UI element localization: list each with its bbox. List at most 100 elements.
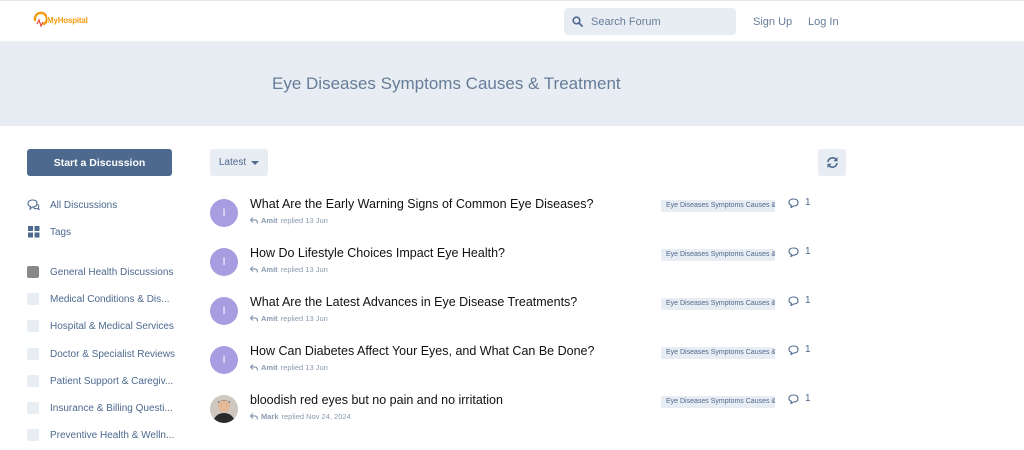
- discussion-user[interactable]: Mark: [261, 412, 279, 421]
- reply-count: 1: [788, 246, 811, 257]
- caret-down-icon: [251, 160, 260, 165]
- reply-count-value: 1: [805, 344, 811, 355]
- discussion-title[interactable]: bloodish red eyes but no pain and no irr…: [250, 393, 503, 407]
- tag-color-swatch: [27, 402, 39, 414]
- comment-icon: [788, 393, 799, 404]
- sidebar-tag-patient-support[interactable]: Patient Support & Caregiv...: [27, 373, 173, 389]
- nav-tags[interactable]: Tags: [27, 224, 71, 240]
- comments-icon: [27, 199, 40, 212]
- sidebar-tag-preventive-health[interactable]: Preventive Health & Welln...: [27, 427, 174, 443]
- discussion-title[interactable]: How Can Diabetes Affect Your Eyes, and W…: [250, 344, 594, 358]
- discussion-date: Nov 24, 2024: [306, 412, 351, 421]
- avatar[interactable]: I: [210, 199, 238, 227]
- tag-color-swatch: [27, 293, 39, 305]
- reply-count: 1: [788, 295, 811, 306]
- comment-icon: [788, 246, 799, 257]
- sidebar-tag-general-health[interactable]: General Health Discussions: [27, 264, 173, 280]
- search-box[interactable]: [564, 8, 736, 35]
- discussion-tag[interactable]: Eye Diseases Symptoms Causes & Treatment: [661, 249, 775, 261]
- search-input[interactable]: [591, 15, 721, 28]
- discussion-meta: Amit replied 13 Jun: [250, 265, 328, 274]
- tag-color-swatch: [27, 375, 39, 387]
- grid-icon: [27, 226, 40, 239]
- reply-icon: [250, 413, 258, 420]
- nav-label: All Discussions: [50, 199, 118, 211]
- discussion-action: replied: [280, 363, 304, 372]
- discussion-meta: Amit replied 13 Jun: [250, 363, 328, 372]
- comment-icon: [788, 344, 799, 355]
- log-in-link[interactable]: Log In: [808, 16, 839, 28]
- sidebar-tag-doctor-reviews[interactable]: Doctor & Specialist Reviews: [27, 346, 175, 362]
- discussion-tag[interactable]: Eye Diseases Symptoms Causes & Treatment: [661, 396, 775, 408]
- reply-icon: [250, 364, 258, 371]
- discussion-title[interactable]: How Do Lifestyle Choices Impact Eye Heal…: [250, 246, 505, 260]
- discussion-row[interactable]: I How Can Diabetes Affect Your Eyes, and…: [210, 344, 846, 384]
- discussion-action: replied: [280, 265, 304, 274]
- reply-icon: [250, 217, 258, 224]
- tag-label: Insurance & Billing Questi...: [50, 402, 173, 414]
- discussion-date: 13 Jun: [305, 314, 328, 323]
- discussion-user[interactable]: Amit: [261, 265, 278, 274]
- refresh-button[interactable]: [818, 149, 846, 176]
- tag-label: General Health Discussions: [50, 266, 174, 278]
- avatar[interactable]: I: [210, 346, 238, 374]
- discussion-meta: Amit replied 13 Jun: [250, 314, 328, 323]
- site-logo[interactable]: MyHospital: [33, 11, 88, 33]
- discussion-user[interactable]: Amit: [261, 363, 278, 372]
- start-discussion-button[interactable]: Start a Discussion: [27, 149, 172, 176]
- discussion-user[interactable]: Amit: [261, 216, 278, 225]
- discussion-date: 13 Jun: [305, 265, 328, 274]
- tag-label: Doctor & Specialist Reviews: [50, 348, 176, 360]
- tag-color-swatch: [27, 429, 39, 441]
- sidebar-tag-medical-conditions[interactable]: Medical Conditions & Dis...: [27, 291, 170, 307]
- avatar[interactable]: I: [210, 297, 238, 325]
- discussion-tag[interactable]: Eye Diseases Symptoms Causes & Treatment: [661, 200, 775, 212]
- comment-icon: [788, 197, 799, 208]
- discussion-tag[interactable]: Eye Diseases Symptoms Causes & Treatment: [661, 298, 775, 310]
- discussion-action: replied: [280, 216, 304, 225]
- discussion-date: 13 Jun: [305, 216, 328, 225]
- tag-label: Medical Conditions & Dis...: [50, 293, 170, 305]
- sort-dropdown[interactable]: Latest: [210, 149, 268, 176]
- reply-count-value: 1: [805, 197, 811, 208]
- sidebar-tag-hospital-services[interactable]: Hospital & Medical Services: [27, 318, 174, 334]
- logo-mark-icon: [33, 11, 47, 28]
- user-photo-icon: [210, 395, 238, 423]
- discussion-row[interactable]: I What Are the Latest Advances in Eye Di…: [210, 295, 846, 335]
- discussion-title[interactable]: What Are the Early Warning Signs of Comm…: [250, 197, 593, 211]
- search-icon: [572, 16, 583, 27]
- reply-count-value: 1: [805, 295, 811, 306]
- avatar[interactable]: I: [210, 248, 238, 276]
- discussion-date: 13 Jun: [305, 363, 328, 372]
- discussion-row[interactable]: I How Do Lifestyle Choices Impact Eye He…: [210, 246, 846, 286]
- tag-label: Hospital & Medical Services: [50, 320, 174, 332]
- avatar-photo[interactable]: [210, 395, 238, 423]
- tag-color-swatch: [27, 266, 39, 278]
- sidebar-tag-insurance-billing[interactable]: Insurance & Billing Questi...: [27, 400, 173, 416]
- discussion-title[interactable]: What Are the Latest Advances in Eye Dise…: [250, 295, 577, 309]
- reply-count: 1: [788, 197, 811, 208]
- reply-icon: [250, 315, 258, 322]
- reply-count-value: 1: [805, 246, 811, 257]
- page-title: Eye Diseases Symptoms Causes & Treatment: [272, 74, 621, 93]
- discussion-tag[interactable]: Eye Diseases Symptoms Causes & Treatment: [661, 347, 775, 359]
- discussion-action: replied: [280, 314, 304, 323]
- reply-count: 1: [788, 344, 811, 355]
- discussion-user[interactable]: Amit: [261, 314, 278, 323]
- reply-count-value: 1: [805, 393, 811, 404]
- hero-banner: Eye Diseases Symptoms Causes & Treatment: [0, 42, 1024, 126]
- refresh-icon: [826, 157, 838, 168]
- discussion-meta: Amit replied 13 Jun: [250, 216, 328, 225]
- reply-count: 1: [788, 393, 811, 404]
- sort-label: Latest: [218, 157, 247, 168]
- tag-label: Patient Support & Caregiv...: [50, 375, 174, 387]
- top-header: MyHospital Sign Up Log In: [0, 0, 1024, 42]
- discussion-row[interactable]: I What Are the Early Warning Signs of Co…: [210, 197, 846, 237]
- discussion-row[interactable]: bloodish red eyes but no pain and no irr…: [210, 393, 846, 433]
- tag-color-swatch: [27, 348, 39, 360]
- tag-color-swatch: [27, 320, 39, 332]
- logo-text: MyHospital: [47, 16, 88, 25]
- nav-all-discussions[interactable]: All Discussions: [27, 197, 117, 213]
- sign-up-link[interactable]: Sign Up: [753, 16, 792, 28]
- discussion-meta: Mark replied Nov 24, 2024: [250, 412, 351, 421]
